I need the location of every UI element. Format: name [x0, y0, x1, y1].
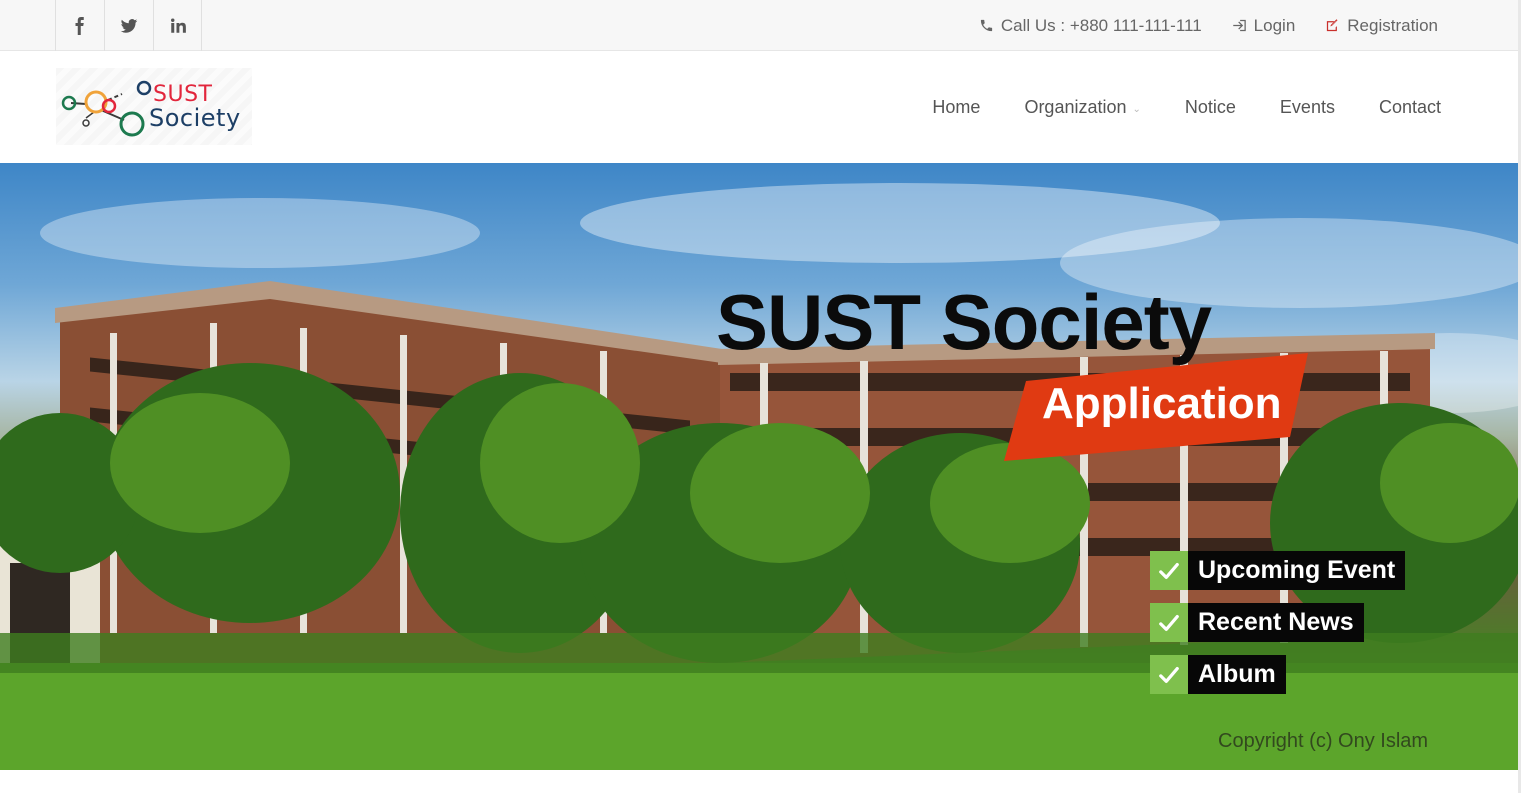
contact-links: Call Us : +880 111-111-111 Login Registr… [979, 0, 1438, 51]
nav-notice[interactable]: Notice [1185, 97, 1236, 118]
facebook-icon [75, 16, 84, 35]
social-links [55, 0, 202, 51]
main-nav: Home Organization ⌄ Notice Events Contact [932, 52, 1441, 163]
nav-notice-label: Notice [1184, 97, 1236, 117]
check-icon [1150, 655, 1188, 694]
nav-contact-label: Contact [1378, 97, 1441, 117]
login-link[interactable]: Login [1232, 15, 1296, 36]
album-link[interactable]: Album [1150, 655, 1286, 694]
twitter-icon [120, 18, 138, 33]
campus-building-image [0, 183, 1518, 770]
site-logo[interactable]: SUST Society [56, 68, 252, 145]
registration-label: Registration [1347, 15, 1438, 35]
login-label: Login [1253, 15, 1296, 35]
call-us-label: Call Us : +880 111-111-111 [1000, 15, 1202, 35]
nav-home[interactable]: Home [932, 97, 980, 118]
chevron-down-icon: ⌄ [1132, 103, 1141, 115]
header: SUST Society Home Organization ⌄ Notice E… [0, 52, 1521, 163]
nav-organization-label: Organization [1024, 97, 1127, 117]
nav-organization[interactable]: Organization ⌄ [1024, 97, 1140, 118]
registration-link[interactable]: Registration [1325, 16, 1438, 36]
linkedin-button[interactable] [153, 0, 202, 51]
album-label: Album [1188, 655, 1286, 694]
check-icon [1150, 551, 1188, 590]
linkedin-icon [170, 18, 186, 33]
call-us[interactable]: Call Us : +880 111-111-111 [979, 16, 1202, 36]
hero-banner: SUST Society Application Upcoming Event … [0, 163, 1518, 770]
nav-events-label: Events [1279, 97, 1335, 117]
logo-text-society: Society [149, 104, 241, 132]
application-badge: Application [1004, 353, 1308, 461]
application-badge-label: Application [1042, 379, 1282, 428]
facebook-button[interactable] [55, 0, 104, 51]
upcoming-event-label: Upcoming Event [1188, 551, 1406, 590]
recent-news-link[interactable]: Recent News [1150, 603, 1364, 642]
recent-news-label: Recent News [1188, 603, 1364, 642]
nav-home-label: Home [932, 97, 981, 117]
copyright-text: Copyright (c) Ony Islam [1218, 730, 1429, 752]
twitter-button[interactable] [104, 0, 153, 51]
login-icon [1232, 19, 1246, 32]
phone-icon [980, 19, 992, 32]
top-bar: Call Us : +880 111-111-111 Login Registr… [0, 0, 1521, 51]
upcoming-event-link[interactable]: Upcoming Event [1150, 551, 1406, 590]
edit-icon [1327, 19, 1338, 32]
nav-contact[interactable]: Contact [1379, 97, 1441, 118]
nav-events[interactable]: Events [1280, 97, 1335, 118]
check-icon [1150, 603, 1188, 642]
